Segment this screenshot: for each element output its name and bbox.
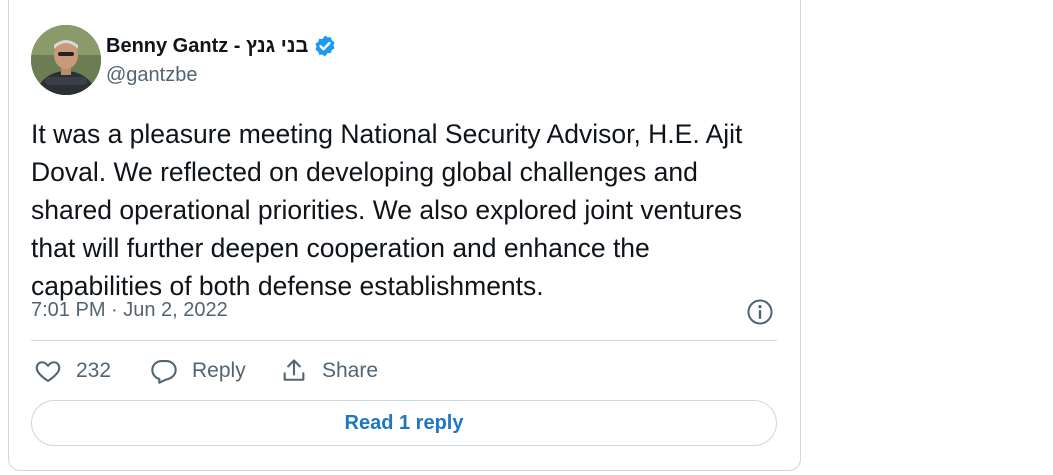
- share-upload-icon: [280, 357, 308, 385]
- share-button[interactable]: Share: [280, 356, 378, 386]
- tweet-text: It was a pleasure meeting National Secur…: [31, 119, 743, 301]
- info-icon[interactable]: [746, 298, 774, 326]
- reply-button[interactable]: Reply: [150, 356, 246, 386]
- read-replies-button[interactable]: Read 1 reply: [31, 400, 777, 446]
- verified-badge-icon: [313, 34, 337, 58]
- author-handle[interactable]: @gantzbe: [106, 64, 197, 87]
- heart-icon: [34, 357, 62, 385]
- like-count: 232: [76, 359, 112, 382]
- author-name-text: Benny Gantz - בני גנץ: [106, 34, 309, 57]
- divider: [31, 340, 777, 341]
- tweet-timestamp[interactable]: 7:01 PM · Jun 2, 2022: [31, 299, 228, 322]
- avatar[interactable]: [31, 25, 101, 95]
- speech-bubble-icon: [150, 357, 178, 385]
- like-button[interactable]: 232: [34, 356, 111, 386]
- author-display-name[interactable]: Benny Gantz - בני גנץ: [106, 34, 337, 58]
- reply-label: Reply: [192, 359, 246, 382]
- share-label: Share: [322, 359, 379, 382]
